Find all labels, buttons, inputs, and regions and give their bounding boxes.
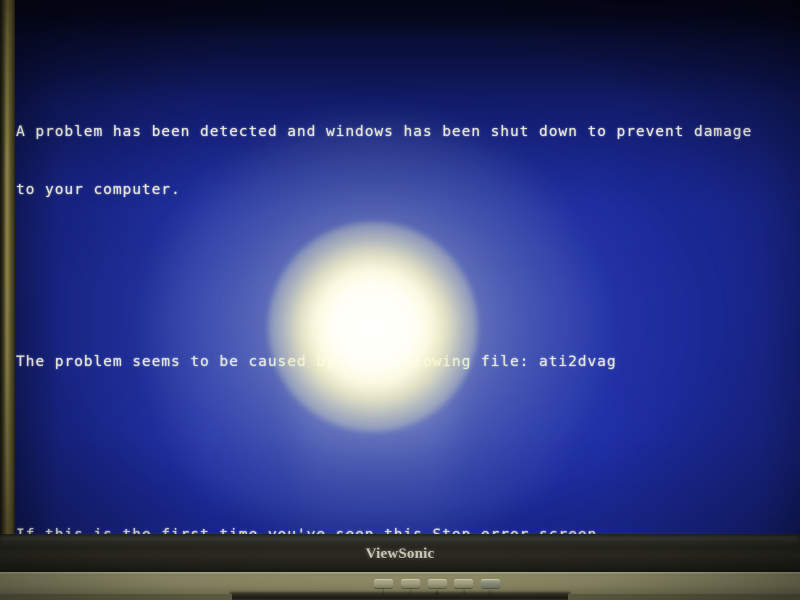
viewsonic-logo: ViewSonic	[365, 546, 435, 562]
bezel-sheen	[0, 536, 800, 546]
lower-bezel-edge	[0, 572, 800, 575]
desk-surface-left	[0, 594, 232, 600]
select-button[interactable]	[454, 579, 474, 588]
photograph-of-monitor: A problem has been detected and windows …	[0, 0, 800, 600]
up-button[interactable]	[427, 579, 447, 588]
left-bezel-highlight	[5, 10, 9, 510]
menu-button[interactable]	[374, 579, 393, 588]
desk-surface-right	[568, 594, 800, 600]
bsod-line: A problem has been detected and windows …	[16, 123, 753, 141]
bsod-line: The problem seems to be caused by the fo…	[16, 353, 617, 371]
monitor-button-row	[374, 578, 500, 589]
bsod-text-block: A problem has been detected and windows …	[16, 26, 800, 600]
bsod-line: to your computer.	[16, 180, 181, 198]
power-button[interactable]	[481, 579, 500, 588]
down-button[interactable]	[400, 579, 420, 588]
bsod-paragraph-cause: The problem seems to be caused by the fo…	[16, 314, 800, 410]
monitor-screen: A problem has been detected and windows …	[0, 0, 800, 600]
monitor-stand-shadow	[230, 592, 570, 600]
bsod-paragraph-intro: A problem has been detected and windows …	[16, 84, 800, 238]
